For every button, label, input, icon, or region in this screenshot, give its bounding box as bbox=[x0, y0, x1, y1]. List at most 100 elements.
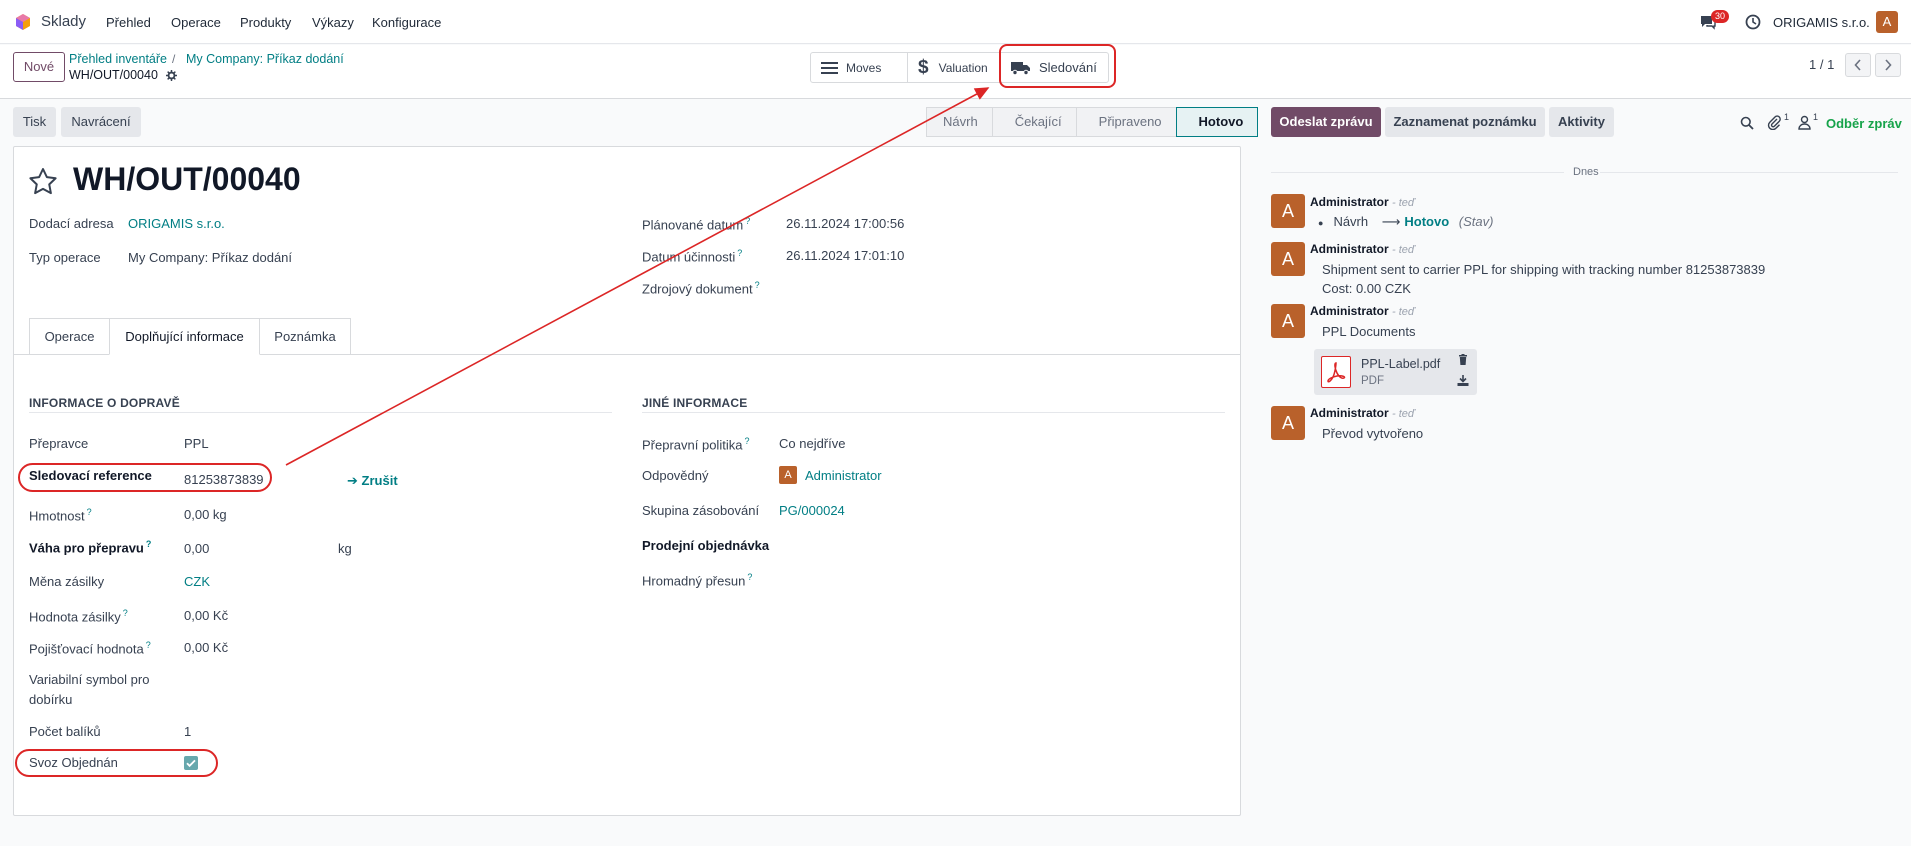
shipping-policy-label: Přepravní politika? bbox=[642, 436, 750, 453]
valuation-smart-button[interactable]: $ Valuation bbox=[907, 52, 1001, 83]
help-icon[interactable]: ? bbox=[87, 507, 92, 517]
breadcrumb-separator: / bbox=[172, 52, 176, 66]
variable-symbol-label-1: Variabilní symbol pro bbox=[29, 672, 150, 687]
insurance-value[interactable]: 0,00 Kč bbox=[184, 640, 228, 655]
scheduled-date-value[interactable]: 26.11.2024 17:00:56 bbox=[786, 216, 904, 231]
top-navbar: Sklady Přehled Operace Produkty Výkazy K… bbox=[0, 0, 1911, 44]
currency-label: Měna zásilky bbox=[29, 574, 105, 589]
date-separator: Dnes bbox=[1573, 166, 1599, 178]
follow-button[interactable]: Odběr zpráv bbox=[1826, 116, 1902, 131]
print-button[interactable]: Tisk bbox=[13, 107, 56, 137]
help-icon[interactable]: ? bbox=[755, 280, 760, 290]
help-icon[interactable]: ? bbox=[146, 539, 152, 549]
statusbar: Návrh Čekající Připraveno Hotovo bbox=[926, 107, 1259, 137]
moves-smart-button[interactable]: Moves bbox=[810, 52, 908, 83]
download-icon[interactable] bbox=[1457, 375, 1469, 386]
attachment-card[interactable]: PPL-Label.pdf PDF bbox=[1314, 349, 1477, 395]
operation-type-value[interactable]: My Company: Příkaz dodání bbox=[128, 250, 292, 265]
pager-next-button[interactable] bbox=[1875, 53, 1901, 77]
message-avatar[interactable]: A bbox=[1271, 242, 1305, 276]
chevron-right-icon bbox=[1884, 59, 1892, 71]
stage-ready[interactable]: Připraveno bbox=[1075, 107, 1177, 137]
activities-button[interactable]: Aktivity bbox=[1549, 107, 1614, 137]
stage-done[interactable]: Hotovo bbox=[1175, 107, 1259, 137]
message-avatar[interactable]: A bbox=[1271, 304, 1305, 338]
message-avatar[interactable]: A bbox=[1271, 406, 1305, 440]
dollar-icon: $ bbox=[918, 56, 929, 78]
breadcrumb-inventory-overview[interactable]: Přehled inventáře bbox=[69, 52, 167, 66]
operation-type-label: Typ operace bbox=[29, 250, 101, 265]
menu-operations[interactable]: Operace bbox=[171, 15, 221, 30]
pdf-icon bbox=[1321, 356, 1351, 388]
stage-waiting[interactable]: Čekající bbox=[991, 107, 1077, 137]
help-icon[interactable]: ? bbox=[747, 572, 752, 582]
attachment-type: PDF bbox=[1361, 375, 1384, 387]
shipping-policy-value[interactable]: Co nejdříve bbox=[779, 436, 845, 451]
menu-configuration[interactable]: Konfigurace bbox=[372, 15, 441, 30]
delivery-address-label: Dodací adresa bbox=[29, 216, 114, 231]
new-button[interactable]: Nové bbox=[13, 52, 65, 82]
shipment-value-label: Hodnota zásilky? bbox=[29, 608, 128, 625]
responsible-label: Odpovědný bbox=[642, 468, 709, 483]
packages-value[interactable]: 1 bbox=[184, 724, 191, 739]
menu-reports[interactable]: Výkazy bbox=[312, 15, 354, 30]
help-icon[interactable]: ? bbox=[737, 248, 742, 258]
delivery-address-value[interactable]: ORIGAMIS s.r.o. bbox=[128, 216, 225, 231]
message-avatar[interactable]: A bbox=[1271, 194, 1305, 228]
sale-order-label: Prodejní objednávka bbox=[642, 538, 770, 553]
arrow-right-icon: ⟶ bbox=[1381, 214, 1401, 229]
date-separator-line-right bbox=[1600, 172, 1898, 173]
message-author: Administrator - teď bbox=[1310, 406, 1415, 420]
menu-products[interactable]: Produkty bbox=[240, 15, 291, 30]
trash-icon[interactable] bbox=[1458, 354, 1468, 365]
breadcrumb-delivery-orders[interactable]: My Company: Příkaz dodání bbox=[186, 52, 344, 66]
help-icon[interactable]: ? bbox=[123, 608, 128, 618]
help-icon[interactable]: ? bbox=[745, 216, 750, 226]
shipment-value[interactable]: 0,00 Kč bbox=[184, 608, 228, 623]
moves-label: Moves bbox=[846, 60, 882, 75]
help-icon[interactable]: ? bbox=[744, 436, 749, 446]
help-icon[interactable]: ? bbox=[146, 640, 151, 650]
message-body-line: Převod vytvořeno bbox=[1322, 426, 1424, 441]
shipping-weight-input[interactable]: 0,00 bbox=[184, 541, 209, 556]
responsible-value[interactable]: Administrator bbox=[805, 468, 882, 483]
cancel-tracking-link[interactable]: ➔ Zrušit bbox=[347, 473, 398, 489]
tab-note[interactable]: Poznámka bbox=[259, 318, 351, 355]
procurement-group-value[interactable]: PG/000024 bbox=[779, 503, 845, 518]
gear-icon[interactable] bbox=[166, 70, 177, 81]
pager-value[interactable]: 1 / 1 bbox=[1809, 57, 1834, 72]
user-avatar[interactable]: A bbox=[1876, 11, 1898, 33]
message-body-line: Shipment sent to carrier PPL for shippin… bbox=[1322, 262, 1766, 277]
tracking-value-change: ● Návrh ⟶ Hotovo (Stav) bbox=[1318, 214, 1494, 229]
menu-overview[interactable]: Přehled bbox=[106, 15, 151, 30]
app-logo-icon[interactable] bbox=[14, 13, 32, 31]
log-note-button[interactable]: Zaznamenat poznámku bbox=[1385, 107, 1545, 137]
stage-draft[interactable]: Návrh bbox=[926, 107, 993, 137]
effective-date-value[interactable]: 26.11.2024 17:01:10 bbox=[786, 248, 904, 263]
carrier-value[interactable]: PPL bbox=[184, 436, 209, 451]
app-name[interactable]: Sklady bbox=[41, 13, 86, 30]
shipping-section-title: INFORMACE O DOPRAVĚ bbox=[29, 396, 180, 410]
tab-additional-info[interactable]: Doplňující informace bbox=[109, 318, 260, 355]
star-icon[interactable] bbox=[28, 167, 58, 196]
annotation-highlight-pickup-ordered bbox=[15, 749, 218, 777]
chevron-left-icon bbox=[1854, 59, 1862, 71]
company-switcher[interactable]: ORIGAMIS s.r.o. bbox=[1773, 15, 1870, 30]
send-message-button[interactable]: Odeslat zprávu bbox=[1271, 107, 1381, 137]
other-info-section-divider bbox=[642, 412, 1225, 413]
pager-previous-button[interactable] bbox=[1845, 53, 1871, 77]
followers-icon[interactable] bbox=[1798, 115, 1811, 130]
clock-icon[interactable] bbox=[1745, 14, 1761, 30]
followers-count: 1 bbox=[1813, 112, 1819, 122]
paperclip-icon[interactable] bbox=[1767, 115, 1781, 130]
annotation-highlight-tracking-button bbox=[999, 44, 1116, 88]
currency-value[interactable]: CZK bbox=[184, 574, 210, 589]
message-author: Administrator - teď bbox=[1310, 242, 1415, 256]
other-info-section-title: JINÉ INFORMACE bbox=[642, 396, 748, 410]
search-icon[interactable] bbox=[1740, 116, 1754, 130]
tab-operations[interactable]: Operace bbox=[29, 318, 110, 355]
record-name: WH/OUT/00040 bbox=[69, 68, 158, 82]
variable-symbol-label-2: dobírku bbox=[29, 692, 73, 707]
procurement-group-label: Skupina zásobování bbox=[642, 503, 760, 518]
return-button[interactable]: Navrácení bbox=[61, 107, 141, 137]
